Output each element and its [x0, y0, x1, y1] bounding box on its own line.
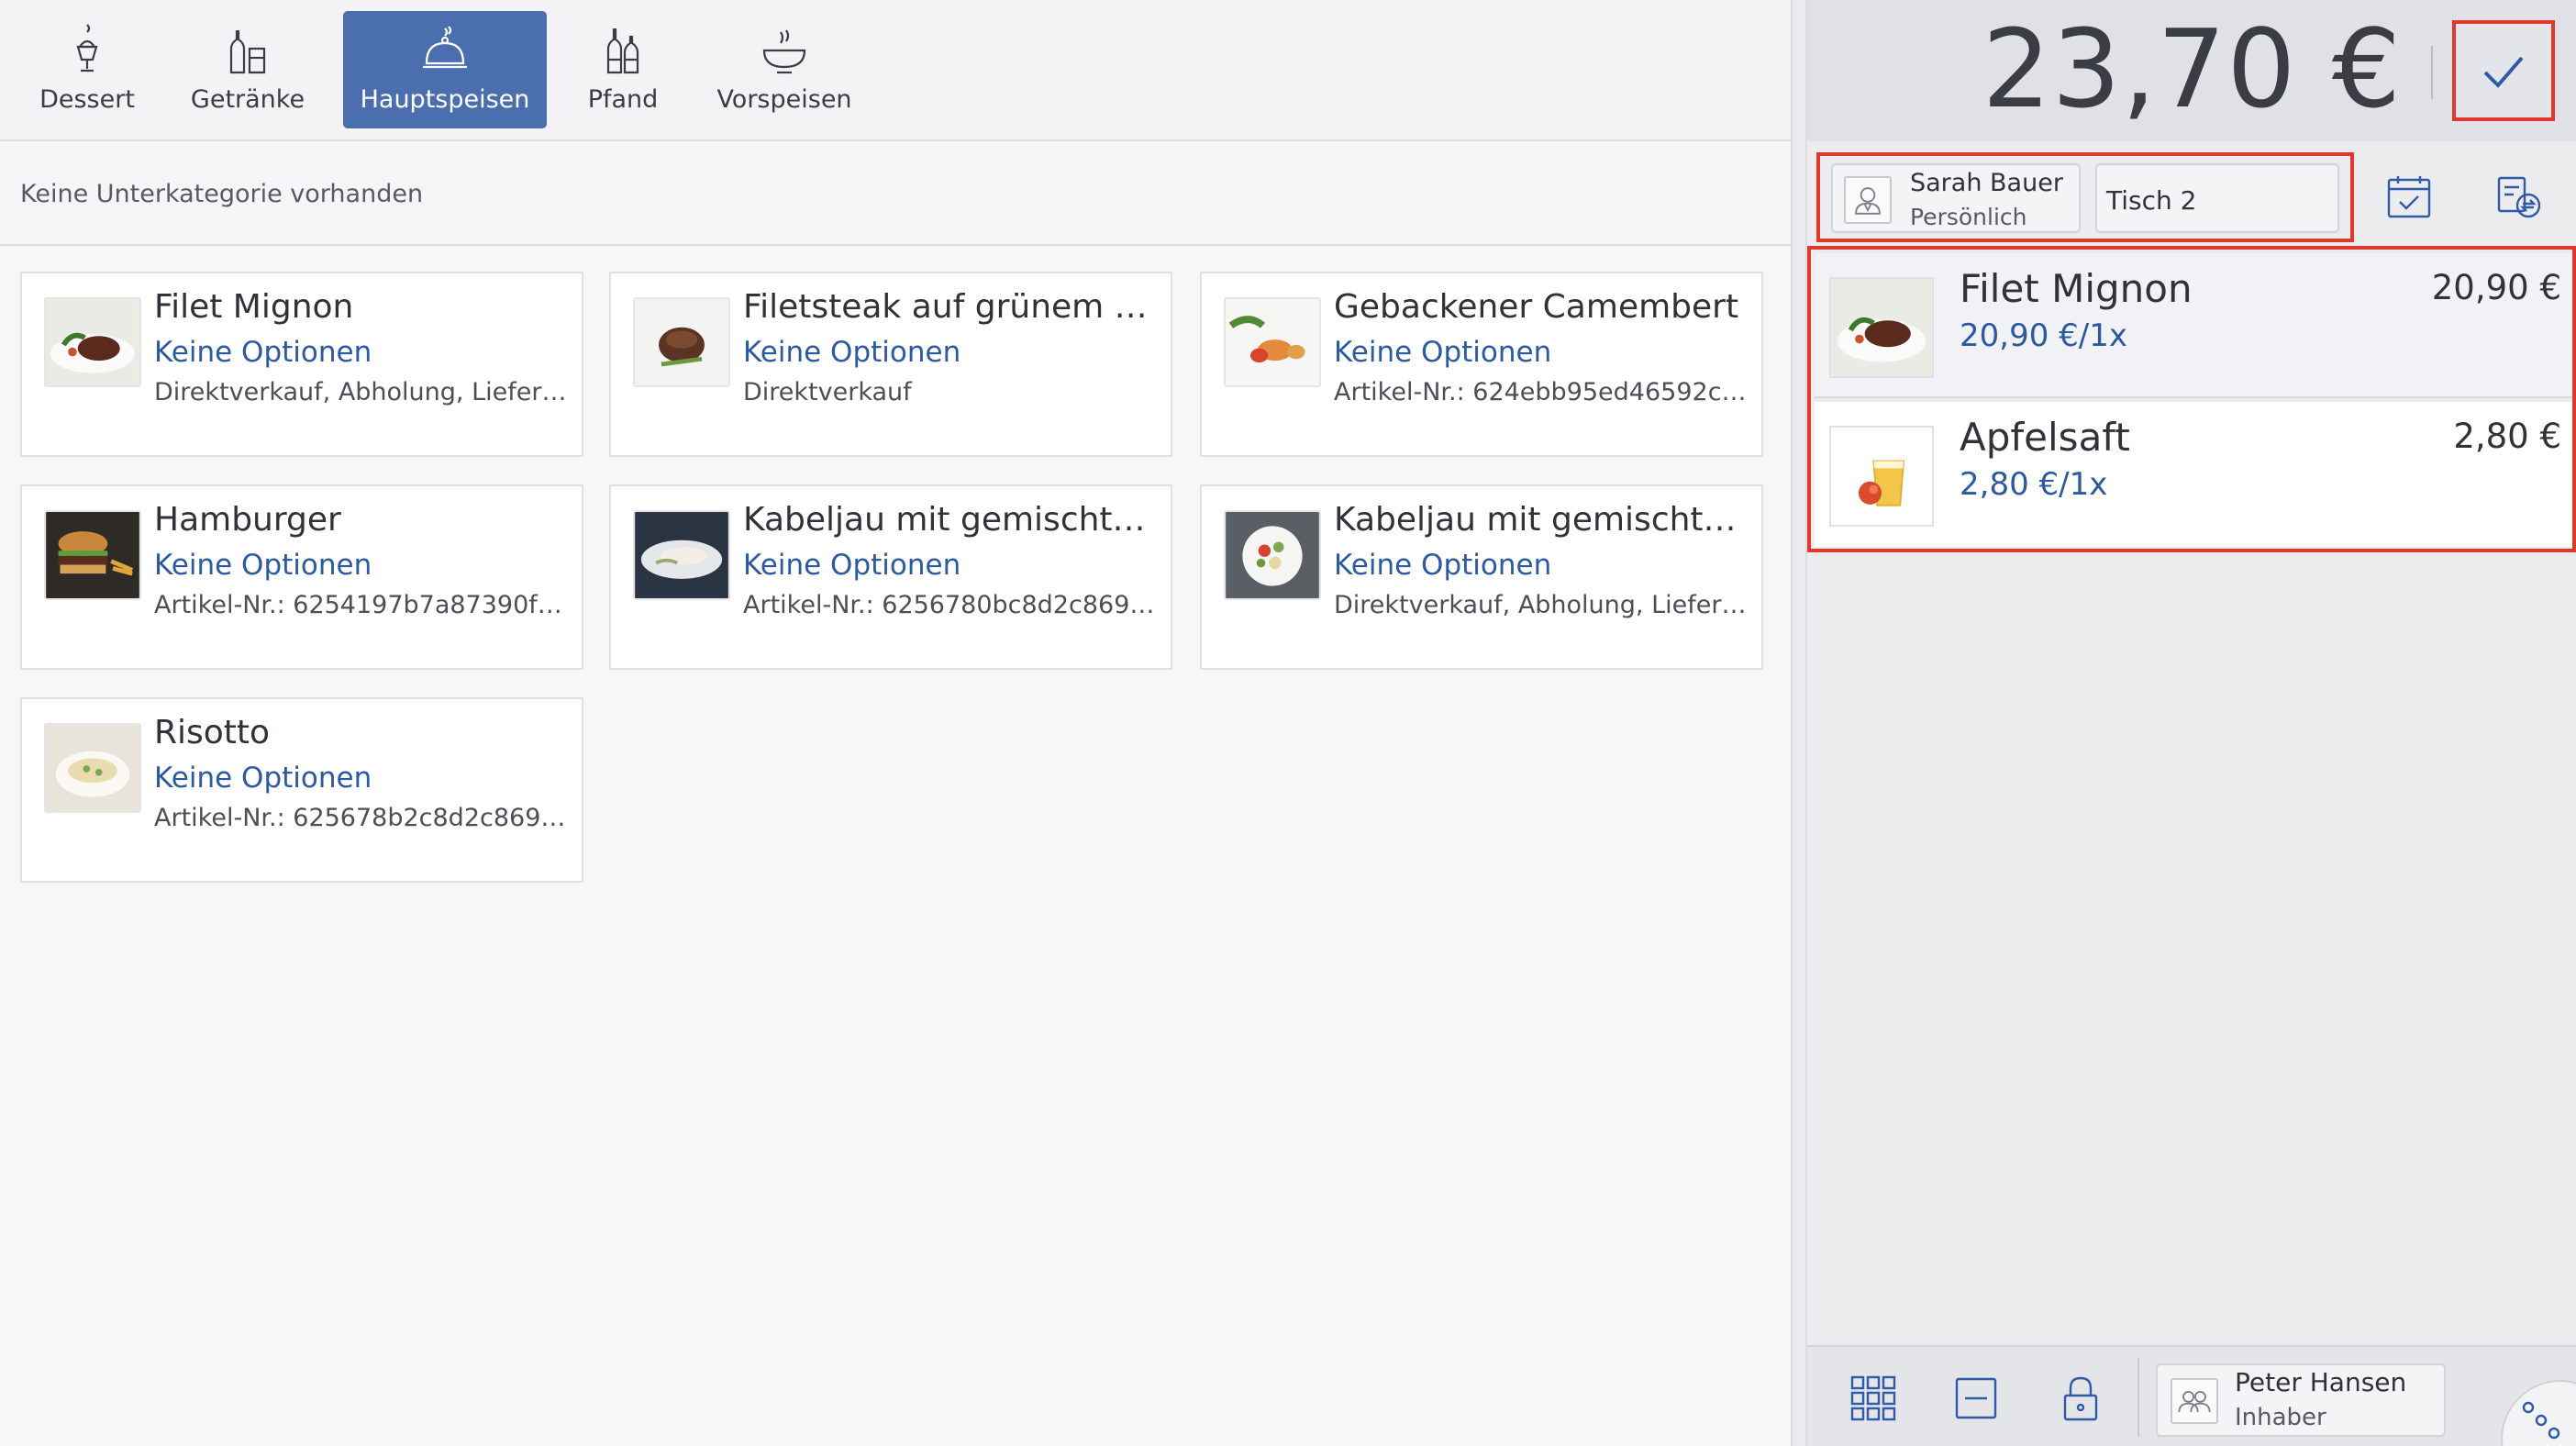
order-item-image: [1829, 426, 1934, 527]
product-image: [633, 510, 730, 600]
product-name: Risotto: [154, 714, 271, 751]
grid-icon: [1850, 1375, 1896, 1421]
footer-bar: Peter Hansen Inhaber: [1807, 1345, 2576, 1446]
panel-divider[interactable]: [1791, 0, 1807, 1446]
product-card-hamburger[interactable]: Hamburger Keine Optionen Artikel-Nr.: 62…: [20, 484, 583, 670]
tab-pfand[interactable]: Pfand: [569, 11, 677, 128]
total-separator: [2431, 46, 2433, 99]
minus-square-icon: [1955, 1377, 1997, 1419]
product-image: [1224, 297, 1321, 387]
bottles-icon: [595, 23, 650, 78]
order-item-name: Apfelsaft: [1960, 415, 2130, 460]
order-item-price: 2,80 €: [2453, 417, 2561, 456]
product-options: Keine Optionen: [743, 336, 961, 369]
product-meta: Direktverkauf, Abholung, Lieferung: [154, 378, 572, 406]
product-card-filet-mignon[interactable]: Filet Mignon Keine Optionen Direktverkau…: [20, 272, 583, 457]
user-group-icon: [2171, 1378, 2218, 1424]
total-bar: 23,70 €: [1807, 0, 2576, 141]
product-image: [44, 297, 141, 387]
more-options-button[interactable]: [2501, 1380, 2576, 1446]
footer-separator: [2137, 1358, 2139, 1437]
checkmark-icon: [2483, 56, 2524, 88]
product-options: Keine Optionen: [743, 549, 961, 582]
product-meta: Artikel-Nr.: 624ebb95ed46592ce2...: [1334, 378, 1752, 406]
subcategory-bar: Keine Unterkategorie vorhanden: [0, 143, 1791, 246]
customer-avatar-icon: [1844, 176, 1892, 224]
cloche-icon: [417, 23, 472, 78]
calendar-button[interactable]: [2376, 163, 2442, 229]
tab-pfand-label: Pfand: [587, 85, 659, 114]
order-panel: 23,70 € Sarah Bauer Persönlich Tisch 2 F…: [1807, 0, 2576, 1446]
product-options: Keine Optionen: [154, 549, 372, 582]
receipt-transfer-icon: [2497, 176, 2541, 218]
product-card-kabeljau-2[interactable]: Kabeljau mit gemischte... Keine Optionen…: [1200, 484, 1763, 670]
product-name: Kabeljau mit gemischte...: [743, 501, 1161, 539]
remove-item-button[interactable]: [1945, 1367, 2007, 1429]
product-image: [633, 297, 730, 387]
dots-diagonal-icon: [2522, 1401, 2560, 1440]
tab-dessert[interactable]: Dessert: [18, 11, 156, 128]
order-items-list: Filet Mignon 20,90 €/1x 20,90 € Apfelsaf…: [1807, 246, 2576, 552]
user-button[interactable]: Peter Hansen Inhaber: [2156, 1363, 2446, 1437]
product-options: Keine Optionen: [154, 762, 372, 795]
subcategory-empty-text: Keine Unterkategorie vorhanden: [20, 180, 424, 208]
product-meta: Artikel-Nr.: 6254197b7a87390f37...: [154, 591, 572, 619]
customer-row: Sarah Bauer Persönlich Tisch 2: [1807, 143, 2576, 246]
tab-vorspeisen[interactable]: Vorspeisen: [708, 11, 861, 128]
product-options: Keine Optionen: [154, 336, 372, 369]
order-item-apfelsaft[interactable]: Apfelsaft 2,80 €/1x 2,80 €: [1815, 402, 2572, 547]
tab-getraenke[interactable]: Getränke: [176, 11, 319, 128]
tab-dessert-label: Dessert: [39, 85, 135, 114]
lock-icon: [2063, 1376, 2098, 1421]
category-bar: Dessert Getränke Hauptspeisen Pfand Vors…: [0, 0, 1791, 141]
order-item-unit-price: 2,80 €/1x: [1960, 466, 2108, 503]
user-role: Inhaber: [2235, 1404, 2326, 1431]
tab-getraenke-label: Getränke: [190, 85, 305, 114]
table-label: Tisch 2: [2106, 185, 2197, 216]
split-bill-button[interactable]: [2486, 163, 2552, 229]
table-button[interactable]: Tisch 2: [2095, 163, 2339, 233]
customer-button[interactable]: Sarah Bauer Persönlich: [1831, 163, 2081, 233]
order-item-price: 20,90 €: [2431, 268, 2561, 307]
tab-hauptspeisen[interactable]: Hauptspeisen: [343, 11, 547, 128]
order-item-image: [1829, 277, 1934, 378]
order-item-filet-mignon[interactable]: Filet Mignon 20,90 €/1x 20,90 €: [1815, 253, 2572, 398]
lock-button[interactable]: [2049, 1367, 2112, 1429]
product-meta: Artikel-Nr.: 6256780bc8d2c86988...: [743, 591, 1161, 619]
product-image: [44, 510, 141, 600]
product-name: Gebackener Camembert: [1334, 288, 1739, 326]
drinks-icon: [220, 23, 275, 78]
order-total: 23,70 €: [1982, 6, 2402, 132]
product-options: Keine Optionen: [1334, 549, 1552, 582]
confirm-button[interactable]: [2452, 20, 2555, 121]
product-name: Filetsteak auf grünem Sp...: [743, 288, 1161, 326]
product-card-camembert[interactable]: Gebackener Camembert Keine Optionen Arti…: [1200, 272, 1763, 457]
customer-table-group: Sarah Bauer Persönlich Tisch 2: [1816, 152, 2354, 242]
order-item-unit-price: 20,90 €/1x: [1960, 317, 2127, 354]
product-panel: Dessert Getränke Hauptspeisen Pfand Vors…: [0, 0, 1791, 1446]
order-item-name: Filet Mignon: [1960, 266, 2193, 311]
dessert-icon: [60, 23, 115, 78]
product-image: [1224, 510, 1321, 600]
product-image: [44, 723, 141, 813]
grid-view-button[interactable]: [1842, 1367, 1904, 1429]
customer-type: Persönlich: [1910, 204, 2027, 230]
product-meta: Direktverkauf: [743, 378, 912, 406]
customer-name: Sarah Bauer: [1910, 169, 2063, 197]
product-card-risotto[interactable]: Risotto Keine Optionen Artikel-Nr.: 6256…: [20, 697, 583, 883]
product-card-kabeljau-1[interactable]: Kabeljau mit gemischte... Keine Optionen…: [609, 484, 1172, 670]
product-meta: Artikel-Nr.: 625678b2c8d2c86988...: [154, 804, 572, 832]
product-name: Filet Mignon: [154, 288, 354, 326]
product-name: Hamburger: [154, 501, 341, 539]
calendar-check-icon: [2387, 176, 2431, 218]
product-meta: Direktverkauf, Abholung, Lieferung: [1334, 591, 1752, 619]
product-options: Keine Optionen: [1334, 336, 1552, 369]
user-name: Peter Hansen: [2235, 1367, 2407, 1397]
tab-hauptspeisen-label: Hauptspeisen: [360, 85, 530, 114]
tab-vorspeisen-label: Vorspeisen: [716, 85, 852, 114]
product-name: Kabeljau mit gemischte...: [1334, 501, 1752, 539]
product-card-filetsteak[interactable]: Filetsteak auf grünem Sp... Keine Option…: [609, 272, 1172, 457]
bowl-icon: [757, 23, 812, 78]
